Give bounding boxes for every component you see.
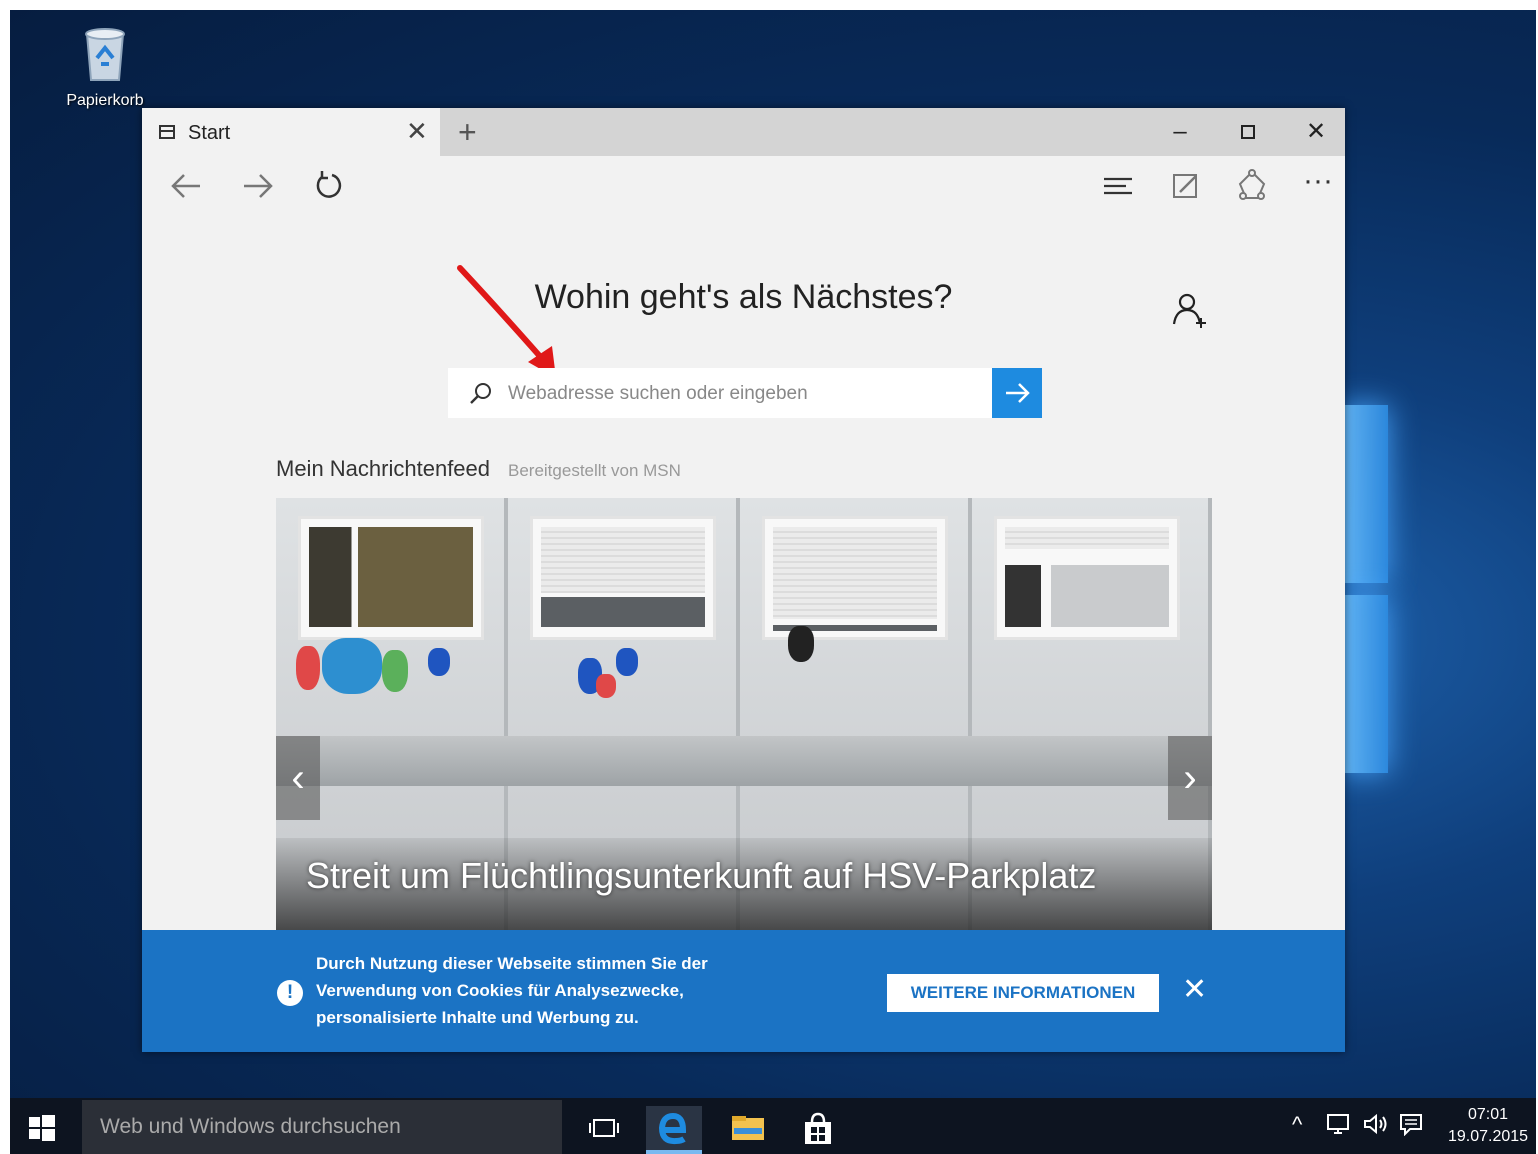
- windows-start-icon[interactable]: [28, 1114, 56, 1142]
- task-view-icon[interactable]: [576, 1106, 632, 1150]
- close-window-button[interactable]: ✕: [1296, 116, 1336, 148]
- desktop-icon-recycle-bin[interactable]: Papierkorb: [60, 26, 150, 110]
- news-carousel[interactable]: Streit um Flüchtlingsunterkunft auf HSV-…: [276, 498, 1212, 958]
- share-icon[interactable]: [1232, 166, 1272, 206]
- recycle-bin-icon: [81, 26, 129, 82]
- navigation-toolbar: ···: [142, 156, 1345, 218]
- desktop: Papierkorb Start ✕ + – ✕ ··· Wohin geht'…: [10, 10, 1536, 1154]
- recycle-bin-label: Papierkorb: [66, 92, 144, 109]
- tab-bar: Start ✕ + – ✕: [142, 108, 1345, 156]
- back-arrow-icon[interactable]: [166, 166, 206, 206]
- tab-page-icon: [159, 125, 175, 139]
- web-note-icon[interactable]: [1166, 166, 1206, 206]
- tab-title: Start: [188, 122, 231, 144]
- close-tab-icon[interactable]: ✕: [406, 118, 428, 144]
- forward-arrow-icon[interactable]: [238, 166, 278, 206]
- search-icon: [468, 380, 494, 411]
- add-person-icon[interactable]: [1170, 290, 1210, 330]
- start-page: Wohin geht's als Nächstes? Mein Nachrich…: [142, 218, 1345, 1052]
- network-icon[interactable]: [1326, 1112, 1352, 1142]
- desktop-wallpaper-logo: [1340, 405, 1390, 775]
- clock-date: 19.07.2015: [1447, 1128, 1529, 1145]
- more-info-button[interactable]: WEITERE INFORMATIONEN: [887, 974, 1159, 1012]
- maximize-button[interactable]: [1228, 116, 1268, 148]
- go-button[interactable]: [992, 368, 1042, 418]
- action-center-icon[interactable]: [1398, 1112, 1424, 1142]
- carousel-next-button[interactable]: ›: [1168, 736, 1212, 820]
- clock-time: 07:01: [1467, 1106, 1509, 1123]
- address-search-input[interactable]: [506, 368, 990, 420]
- carousel-prev-button[interactable]: ‹: [276, 736, 320, 820]
- edge-browser-window: Start ✕ + – ✕ ··· Wohin geht's als Nächs…: [142, 108, 1345, 1052]
- taskbar-search-box[interactable]: Web und Windows durchsuchen: [82, 1100, 562, 1154]
- taskbar: Web und Windows durchsuchen ^ 07:01 19.0…: [10, 1098, 1536, 1154]
- cookie-banner: ! Durch Nutzung dieser Webseite stimmen …: [142, 930, 1345, 1052]
- store-icon[interactable]: [790, 1106, 846, 1150]
- more-icon[interactable]: ···: [1298, 166, 1338, 206]
- file-explorer-icon[interactable]: [720, 1106, 776, 1150]
- tab-start[interactable]: Start ✕: [142, 108, 440, 156]
- minimize-button[interactable]: –: [1160, 116, 1200, 148]
- active-app-indicator: [646, 1150, 702, 1154]
- volume-icon[interactable]: [1362, 1112, 1390, 1142]
- close-banner-icon[interactable]: ✕: [1182, 972, 1207, 1007]
- refresh-icon[interactable]: [310, 166, 350, 206]
- page-heading: Wohin geht's als Nächstes?: [534, 278, 953, 316]
- info-icon: !: [277, 980, 303, 1006]
- hub-icon[interactable]: [1098, 166, 1138, 206]
- address-search-box[interactable]: [448, 368, 996, 420]
- go-arrow-icon: [1006, 383, 1030, 403]
- news-headline[interactable]: Streit um Flüchtlingsunterkunft auf HSV-…: [306, 853, 1186, 899]
- news-feed-source: Bereitgestellt von MSN: [508, 461, 681, 480]
- chevron-up-icon[interactable]: ^: [1292, 1112, 1302, 1138]
- new-tab-button[interactable]: +: [458, 114, 477, 151]
- edge-icon[interactable]: [646, 1106, 702, 1150]
- news-feed-title: Mein Nachrichtenfeed: [276, 456, 491, 481]
- cookie-message: Durch Nutzung dieser Webseite stimmen Si…: [316, 954, 708, 1027]
- taskbar-clock[interactable]: 07:01 19.07.2015: [1440, 1104, 1536, 1148]
- maximize-icon: [1241, 125, 1255, 139]
